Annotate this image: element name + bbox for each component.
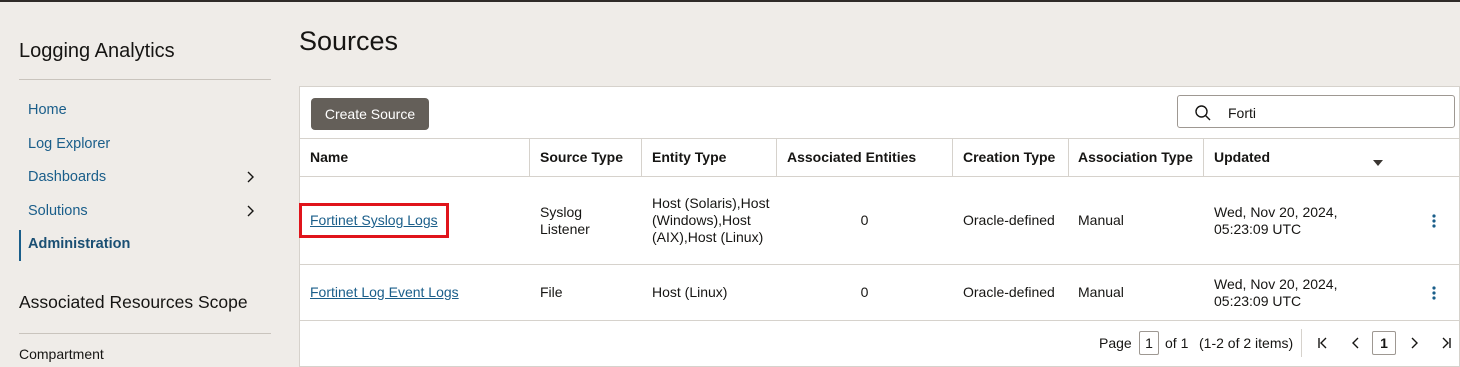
source-link-fortinet-log-event-logs[interactable]: Fortinet Log Event Logs: [310, 284, 459, 301]
divider: [19, 79, 271, 80]
cell-entity-type: Host (Linux): [652, 284, 728, 300]
column-header-entity-type[interactable]: Entity Type: [642, 139, 776, 176]
table-header: Name Source Type Entity Type Associated …: [300, 138, 1459, 177]
cell-associated-entities: 0: [860, 212, 869, 228]
cell-name: Fortinet Log Event Logs: [300, 265, 529, 320]
active-indicator: [19, 230, 21, 261]
divider: [19, 333, 271, 334]
cell-source-type: File: [540, 284, 563, 300]
cell-updated: Wed, Nov 20, 2024, 05:23:09 UTC: [1214, 203, 1338, 237]
current-page-button[interactable]: 1: [1372, 331, 1396, 355]
last-page-icon[interactable]: [1438, 335, 1454, 351]
search-icon: [1194, 104, 1212, 122]
next-page-icon[interactable]: [1406, 335, 1422, 351]
cell-association-type: Manual: [1078, 212, 1124, 228]
first-page-icon[interactable]: [1315, 335, 1331, 351]
cell-creation-type: Oracle-defined: [963, 284, 1055, 300]
page-label: Page: [1099, 335, 1132, 351]
chevron-right-icon[interactable]: [243, 170, 257, 184]
column-header-name[interactable]: Name: [300, 139, 529, 176]
column-header-updated[interactable]: Updated: [1204, 139, 1384, 176]
cell-creation-type: Oracle-defined: [963, 212, 1055, 228]
sidebar-item-solutions[interactable]: Solutions: [28, 203, 88, 219]
page-of-label: of 1: [1165, 335, 1189, 351]
row-actions-kebab-icon[interactable]: [1424, 211, 1444, 231]
search-box[interactable]: [1177, 95, 1455, 128]
pagination: Page 1 of 1 (1-2 of 2 items) 1: [300, 321, 1459, 365]
cell-entity-type: Host (Solaris),Host (Windows),Host (AIX)…: [652, 195, 770, 245]
sidebar-item-administration[interactable]: Administration: [28, 236, 130, 252]
page-number-input[interactable]: 1: [1139, 331, 1159, 355]
cell-updated: Wed, Nov 20, 2024, 05:23:09 UTC: [1214, 275, 1338, 309]
app-title: Logging Analytics: [19, 40, 175, 62]
column-header-associated-entities[interactable]: Associated Entities: [777, 139, 952, 176]
sources-panel: Create Source Name Source Type Entity Ty…: [299, 86, 1460, 367]
search-input[interactable]: [1226, 102, 1440, 124]
cell-association-type: Manual: [1078, 284, 1124, 300]
sidebar: Logging Analytics Home Log Explorer Dash…: [0, 2, 286, 367]
column-header-creation-type[interactable]: Creation Type: [953, 139, 1068, 176]
divider: [1301, 329, 1302, 357]
cell-associated-entities: 0: [860, 284, 869, 300]
scope-title: Associated Resources Scope: [19, 292, 248, 312]
items-count-label: (1-2 of 2 items): [1199, 335, 1294, 351]
cell-source-type: Syslog Listener: [540, 203, 590, 237]
source-link-fortinet-syslog-logs[interactable]: Fortinet Syslog Logs: [299, 203, 449, 238]
row-actions-kebab-icon[interactable]: [1424, 283, 1444, 303]
chevron-right-icon[interactable]: [243, 204, 257, 218]
table-row: Fortinet Syslog Logs Syslog Listener Hos…: [299, 177, 1459, 265]
table-row: Fortinet Log Event Logs File Host (Linux…: [300, 265, 1459, 321]
sidebar-item-home[interactable]: Home: [28, 102, 67, 118]
sidebar-item-dashboards[interactable]: Dashboards: [28, 169, 106, 185]
sidebar-item-log-explorer[interactable]: Log Explorer: [28, 136, 110, 152]
compartment-label: Compartment: [19, 346, 104, 362]
create-source-button[interactable]: Create Source: [311, 98, 429, 130]
sort-descending-icon[interactable]: [1372, 154, 1384, 166]
page-title: Sources: [299, 26, 399, 56]
previous-page-icon[interactable]: [1348, 335, 1364, 351]
column-header-association-type[interactable]: Association Type: [1068, 139, 1202, 176]
cell-name: Fortinet Syslog Logs: [299, 177, 529, 264]
column-header-source-type[interactable]: Source Type: [530, 139, 641, 176]
